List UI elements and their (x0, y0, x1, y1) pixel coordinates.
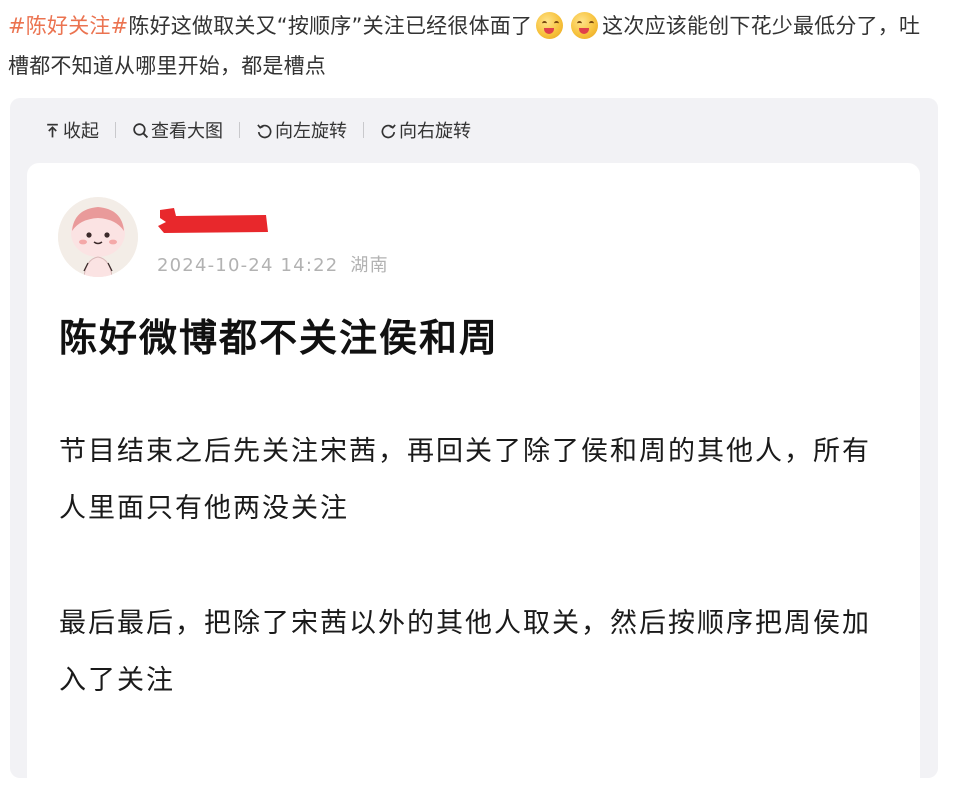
post-date: 2024-10-24 14:22 (157, 255, 339, 276)
hashtag-link[interactable]: #陈好关注# (8, 14, 128, 38)
screenshot-card: 2024-10-24 14:22 湖南 陈好微博都不关注侯和周 节目结束之后先关注… (27, 163, 920, 803)
post-meta: 2024-10-24 14:22 湖南 (157, 251, 389, 277)
view-large-button[interactable]: 查看大图 (132, 117, 223, 143)
rotate-right-label: 向右旋转 (399, 121, 471, 142)
collapse-icon (47, 123, 58, 137)
post-location: 湖南 (350, 255, 389, 276)
rotate-left-icon (257, 123, 272, 138)
card-title: 陈好微博都不关注侯和周 (59, 316, 500, 360)
card-paragraph-1: 节目结束之后先关注宋茜，再回关了除了侯和周的其他人，所有人里面只有他两没关注 (59, 436, 871, 524)
redaction-mark (158, 208, 268, 233)
avatar (58, 197, 138, 277)
collapse-button[interactable]: 收起 (44, 117, 99, 143)
image-toolbar: 收起 查看大图 向左旋转 向右旋转 (44, 117, 471, 143)
collapse-label: 收起 (63, 121, 99, 142)
cartoon-avatar-icon (58, 197, 138, 277)
image-viewer: 收起 查看大图 向左旋转 向右旋转 2024-10-24 14:22 湖南 陈好… (10, 98, 938, 803)
toolbar-divider (363, 122, 364, 138)
savoring-food-emoji-icon (571, 12, 599, 39)
search-icon (133, 122, 149, 138)
view-large-label: 查看大图 (151, 121, 223, 142)
toolbar-divider (239, 122, 240, 138)
rotate-right-icon (381, 123, 396, 138)
toolbar-divider (115, 122, 116, 138)
post-text: #陈好关注#陈好这做取关又“按顺序”关注已经很体面了 这次应该能创下花少最低分了，… (8, 6, 938, 86)
rotate-left-label: 向左旋转 (275, 121, 347, 142)
savoring-food-emoji-icon (536, 12, 564, 39)
rotate-right-button[interactable]: 向右旋转 (380, 117, 471, 143)
rotate-left-button[interactable]: 向左旋转 (256, 117, 347, 143)
card-paragraph-2: 最后最后，把除了宋茜以外的其他人取关，然后按顺序把周侯加入了关注 (59, 608, 871, 696)
post-text-part-1: 陈好这做取关又“按顺序”关注已经很体面了 (128, 14, 533, 38)
